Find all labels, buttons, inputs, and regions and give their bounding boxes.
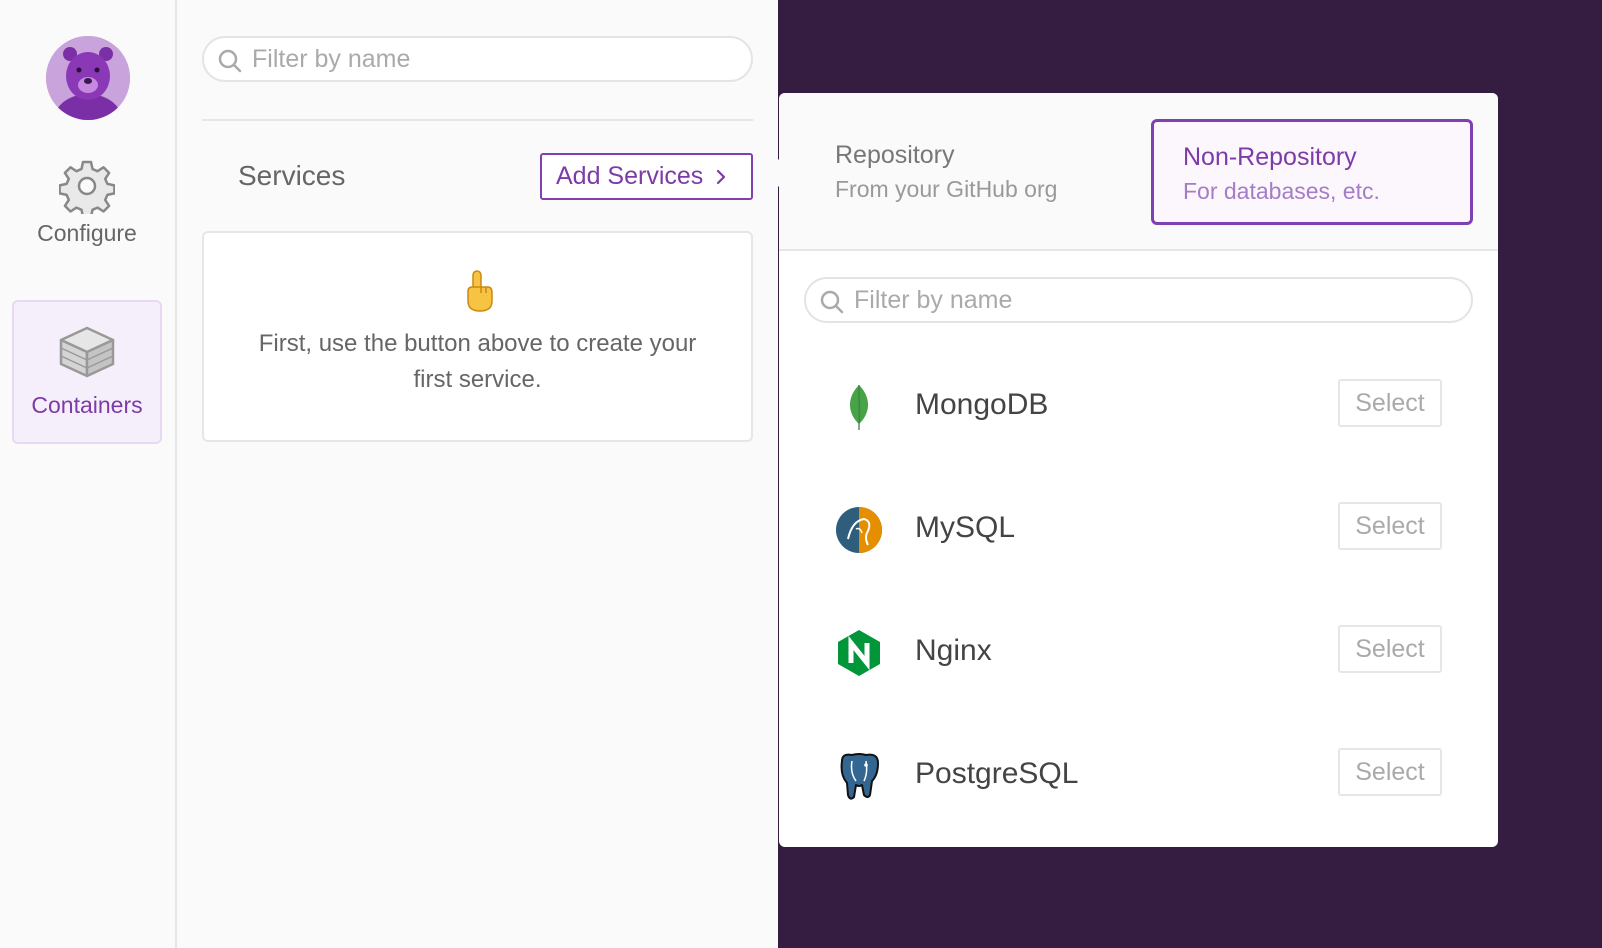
- box-icon: [59, 326, 115, 378]
- tab-non-repository[interactable]: Non-Repository For databases, etc.: [1151, 119, 1473, 225]
- service-row-mongodb: MongoDB Select: [779, 376, 1498, 436]
- tab-repository-title: Repository: [835, 141, 955, 169]
- postgresql-logo-icon: [840, 753, 879, 800]
- service-name: MongoDB: [915, 388, 1049, 421]
- divider: [202, 119, 753, 121]
- nginx-logo-icon: [838, 630, 880, 676]
- services-search-input[interactable]: [252, 38, 737, 80]
- mysql-logo-icon: [836, 507, 882, 553]
- mongodb-logo-icon: [849, 384, 869, 430]
- add-services-label: Add Services: [556, 162, 704, 190]
- search-icon: [820, 290, 844, 314]
- services-panel: Services Add Services First, use the but…: [177, 0, 778, 948]
- select-mongodb-button[interactable]: Select: [1338, 379, 1442, 427]
- avatar[interactable]: [46, 36, 130, 120]
- nav-label-configure: Configure: [37, 220, 137, 246]
- select-nginx-button[interactable]: Select: [1338, 625, 1442, 673]
- tab-non-repository-title: Non-Repository: [1183, 143, 1357, 171]
- bear-mascot-icon: [46, 36, 130, 120]
- select-postgresql-button[interactable]: Select: [1338, 748, 1442, 796]
- left-nav: Configure Containers: [0, 0, 177, 948]
- tab-repository[interactable]: Repository From your GitHub org: [805, 119, 1125, 225]
- tab-non-repository-subtitle: For databases, etc.: [1183, 178, 1380, 204]
- services-search-field[interactable]: [202, 36, 753, 82]
- service-row-postgresql: PostgreSQL Select: [779, 745, 1498, 805]
- service-name: Nginx: [915, 634, 992, 667]
- service-name: MySQL: [915, 511, 1016, 544]
- nav-label-containers: Containers: [31, 392, 143, 418]
- select-mysql-button[interactable]: Select: [1338, 502, 1442, 550]
- search-icon: [218, 49, 242, 73]
- gear-icon: [59, 160, 115, 214]
- add-services-button[interactable]: Add Services: [540, 153, 753, 200]
- services-heading: Services: [238, 160, 346, 191]
- pointing-up-emoji-icon: [204, 269, 751, 318]
- service-row-mysql: MySQL Select: [779, 499, 1498, 559]
- nav-item-containers[interactable]: Containers: [12, 300, 162, 444]
- add-services-popover: Repository From your GitHub org Non-Repo…: [765, 93, 1498, 847]
- empty-state-card: First, use the button above to create yo…: [202, 231, 753, 442]
- nav-item-configure[interactable]: Configure: [12, 158, 162, 258]
- popover-search-field[interactable]: [804, 277, 1473, 323]
- service-row-nginx: Nginx Select: [779, 622, 1498, 682]
- chevron-right-icon: [717, 169, 726, 184]
- empty-state-message: First, use the button above to create yo…: [258, 330, 697, 393]
- service-name: PostgreSQL: [915, 757, 1079, 790]
- popover-search-input[interactable]: [854, 279, 1457, 321]
- tab-repository-subtitle: From your GitHub org: [835, 176, 1058, 202]
- service-type-tabs: Repository From your GitHub org Non-Repo…: [779, 93, 1498, 251]
